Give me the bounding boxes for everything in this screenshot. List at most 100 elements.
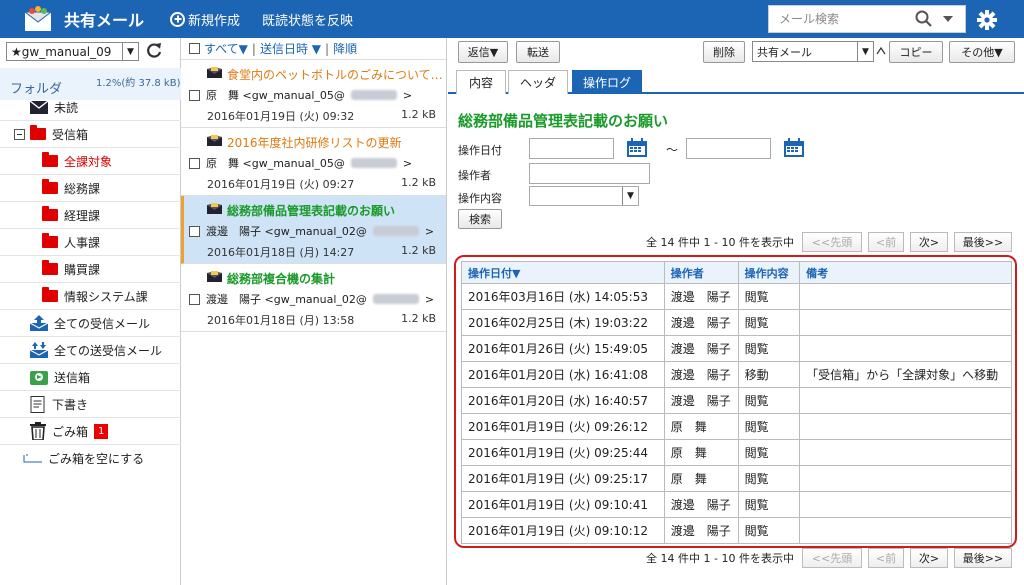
collapse-toggle-icon[interactable]: [14, 128, 25, 140]
select-all-checkbox[interactable]: [189, 43, 200, 54]
table-row: 2016年01月20日 (水) 16:41:08 渡邊 陽子 移動 「受信箱」から「全…: [461, 361, 1012, 388]
last-page-button[interactable]: 最後>>: [954, 232, 1012, 252]
message-subject: 2016年度社内研修リストの更新: [227, 136, 402, 150]
prev-page-button[interactable]: <前: [868, 232, 904, 252]
last-page-button[interactable]: 最後>>: [954, 548, 1012, 568]
target-folder-select[interactable]: 共有メール ▼: [752, 41, 874, 62]
account-select-value: ★gw_manual_09: [11, 44, 112, 59]
date-from-input[interactable]: [529, 138, 614, 159]
folder-item-all-sections[interactable]: 全課対象: [0, 148, 181, 175]
message-subject: 総務部複合機の集計: [227, 272, 336, 286]
log-cell-note: [799, 491, 1012, 518]
forward-button[interactable]: 転送: [516, 41, 560, 63]
operation-log-highlight: 操作日付▼ 操作者 操作内容 備考 2016年03月16日 (水) 14:05:…: [454, 255, 1017, 548]
folder-label: 総務課: [64, 181, 101, 196]
list-item[interactable]: 総務部複合機の集計 渡邊 陽子 <gw_manual_02@ > 2016年01月…: [181, 264, 446, 332]
operation-date-label: 操作日付: [458, 144, 502, 157]
folder-item-unread[interactable]: 未読: [0, 94, 181, 121]
folder-label: 下書き: [52, 397, 89, 412]
folder-item-it[interactable]: 情報システム課: [0, 283, 181, 310]
folder-item-general-affairs[interactable]: 総務課: [0, 175, 181, 202]
app-title: 共有メール: [64, 11, 145, 30]
first-page-button[interactable]: <<先頭: [802, 548, 862, 568]
table-row: 2016年01月20日 (水) 16:40:57 渡邊 陽子 閲覧: [461, 387, 1012, 414]
col-header-date[interactable]: 操作日付▼: [461, 261, 665, 284]
message-date: 2016年01月19日 (火) 09:32: [207, 110, 355, 123]
folder-item-all-sent-received[interactable]: 全ての送受信メール: [0, 337, 181, 364]
envelope-open-icon: [207, 203, 222, 214]
select-all-dropdown[interactable]: すべて▼: [204, 40, 248, 57]
tab-operation-log[interactable]: 操作ログ: [572, 70, 642, 94]
message-checkbox[interactable]: [189, 293, 200, 305]
log-cell-date: 2016年01月19日 (火) 09:25:44: [461, 439, 665, 466]
folder-item-purchasing[interactable]: 購買課: [0, 256, 181, 283]
sort-field-dropdown[interactable]: 送信日時 ▼: [260, 40, 321, 57]
prev-page-button[interactable]: <前: [868, 548, 904, 568]
calendar-icon[interactable]: [626, 138, 648, 158]
target-folder-value: 共有メール: [757, 45, 812, 59]
list-item[interactable]: 2016年度社内研修リストの更新 原 舞 <gw_manual_05@ > 201…: [181, 128, 446, 196]
delete-button[interactable]: 削除: [703, 41, 745, 63]
log-cell-date: 2016年01月20日 (水) 16:40:57: [461, 387, 665, 414]
account-select[interactable]: ★gw_manual_09 ▼: [6, 42, 139, 61]
list-item[interactable]: 食堂内のペットボトルのごみについて… 原 舞 <gw_manual_05@ > 2…: [181, 60, 446, 128]
folder-label: 全ての送受信メール: [54, 343, 163, 358]
message-date: 2016年01月18日 (月) 14:27: [207, 246, 355, 259]
operation-log-body: 2016年03月16日 (水) 14:05:53 渡邊 陽子 閲覧 2016年02月2…: [461, 283, 1012, 544]
folder-label: ごみ箱を空にする: [48, 452, 145, 466]
calendar-icon[interactable]: [783, 138, 805, 158]
action-select[interactable]: ▼: [529, 186, 639, 206]
col-header-operator[interactable]: 操作者: [663, 261, 739, 284]
tab-header[interactable]: ヘッダ: [508, 70, 568, 94]
message-size: 1.2 kB: [401, 108, 436, 121]
next-page-button[interactable]: 次>: [910, 548, 948, 568]
folder-item-hr[interactable]: 人事課: [0, 229, 181, 256]
message-from: 渡邊 陽子 <gw_manual_02@: [206, 293, 367, 306]
log-cell-action: 閲覧: [737, 465, 801, 492]
search-dropdown-icon[interactable]: [943, 15, 953, 23]
action-label: 操作内容: [458, 192, 502, 205]
sort-order-toggle[interactable]: 降順: [333, 40, 357, 57]
list-item-selected[interactable]: 総務部備品管理表記載のお願い 渡邊 陽子 <gw_manual_02@ > 201…: [181, 196, 446, 264]
table-row: 2016年01月19日 (火) 09:25:17 原 舞閲覧: [461, 465, 1012, 492]
folder-item-inbox[interactable]: 受信箱: [0, 121, 181, 148]
folder-icon: [42, 287, 58, 302]
next-page-button[interactable]: 次>: [910, 232, 948, 252]
folder-item-all-received[interactable]: 全ての受信メール: [0, 310, 181, 337]
reply-button[interactable]: 返信▼: [458, 41, 508, 63]
folder-label: 情報システム課: [64, 289, 148, 304]
message-checkbox[interactable]: [189, 157, 200, 169]
refresh-icon[interactable]: [145, 41, 163, 59]
folder-item-trash[interactable]: ごみ箱 1: [0, 418, 181, 445]
table-row: 2016年01月19日 (火) 09:26:12 原 舞閲覧: [461, 413, 1012, 440]
first-page-button[interactable]: <<先頭: [802, 232, 862, 252]
operator-input[interactable]: [529, 163, 650, 184]
copy-button[interactable]: コピー: [889, 41, 943, 63]
message-checkbox[interactable]: [189, 89, 200, 101]
message-checkbox[interactable]: [189, 225, 200, 237]
empty-trash-link[interactable]: ごみ箱を空にする: [0, 445, 181, 472]
folder-item-drafts[interactable]: 下書き: [0, 391, 181, 418]
date-to-input[interactable]: [686, 138, 771, 159]
gear-icon[interactable]: [976, 9, 998, 31]
log-cell-date: 2016年01月19日 (火) 09:10:41: [461, 491, 665, 518]
more-button[interactable]: その他▼: [949, 41, 1015, 63]
folder-icon: [42, 152, 58, 167]
mail-search-input[interactable]: [769, 12, 915, 26]
envelope-open-icon: [207, 67, 222, 78]
new-mail-button[interactable]: 新規作成: [170, 10, 240, 29]
mail-search-box: [768, 5, 966, 33]
search-icon[interactable]: [915, 10, 933, 28]
search-button[interactable]: 検索: [458, 209, 502, 229]
tab-content[interactable]: 内容: [456, 70, 506, 94]
reflect-read-button[interactable]: 既読状態を反映: [262, 10, 353, 29]
folder-label: ごみ箱: [52, 424, 89, 439]
folder-label: 未読: [54, 100, 79, 115]
table-row: 2016年03月16日 (水) 14:05:53 渡邊 陽子 閲覧: [461, 283, 1012, 310]
table-row: 2016年01月19日 (火) 09:10:41 渡邊 陽子 閲覧: [461, 491, 1012, 518]
folder-item-accounting[interactable]: 経理課: [0, 202, 181, 229]
log-cell-note: 「受信箱」から「全課対象」へ移動: [799, 361, 1012, 388]
folder-item-outbox[interactable]: 送信箱: [0, 364, 181, 391]
log-cell-operator: 原 舞: [663, 465, 739, 492]
col-header-action[interactable]: 操作内容: [737, 261, 801, 284]
